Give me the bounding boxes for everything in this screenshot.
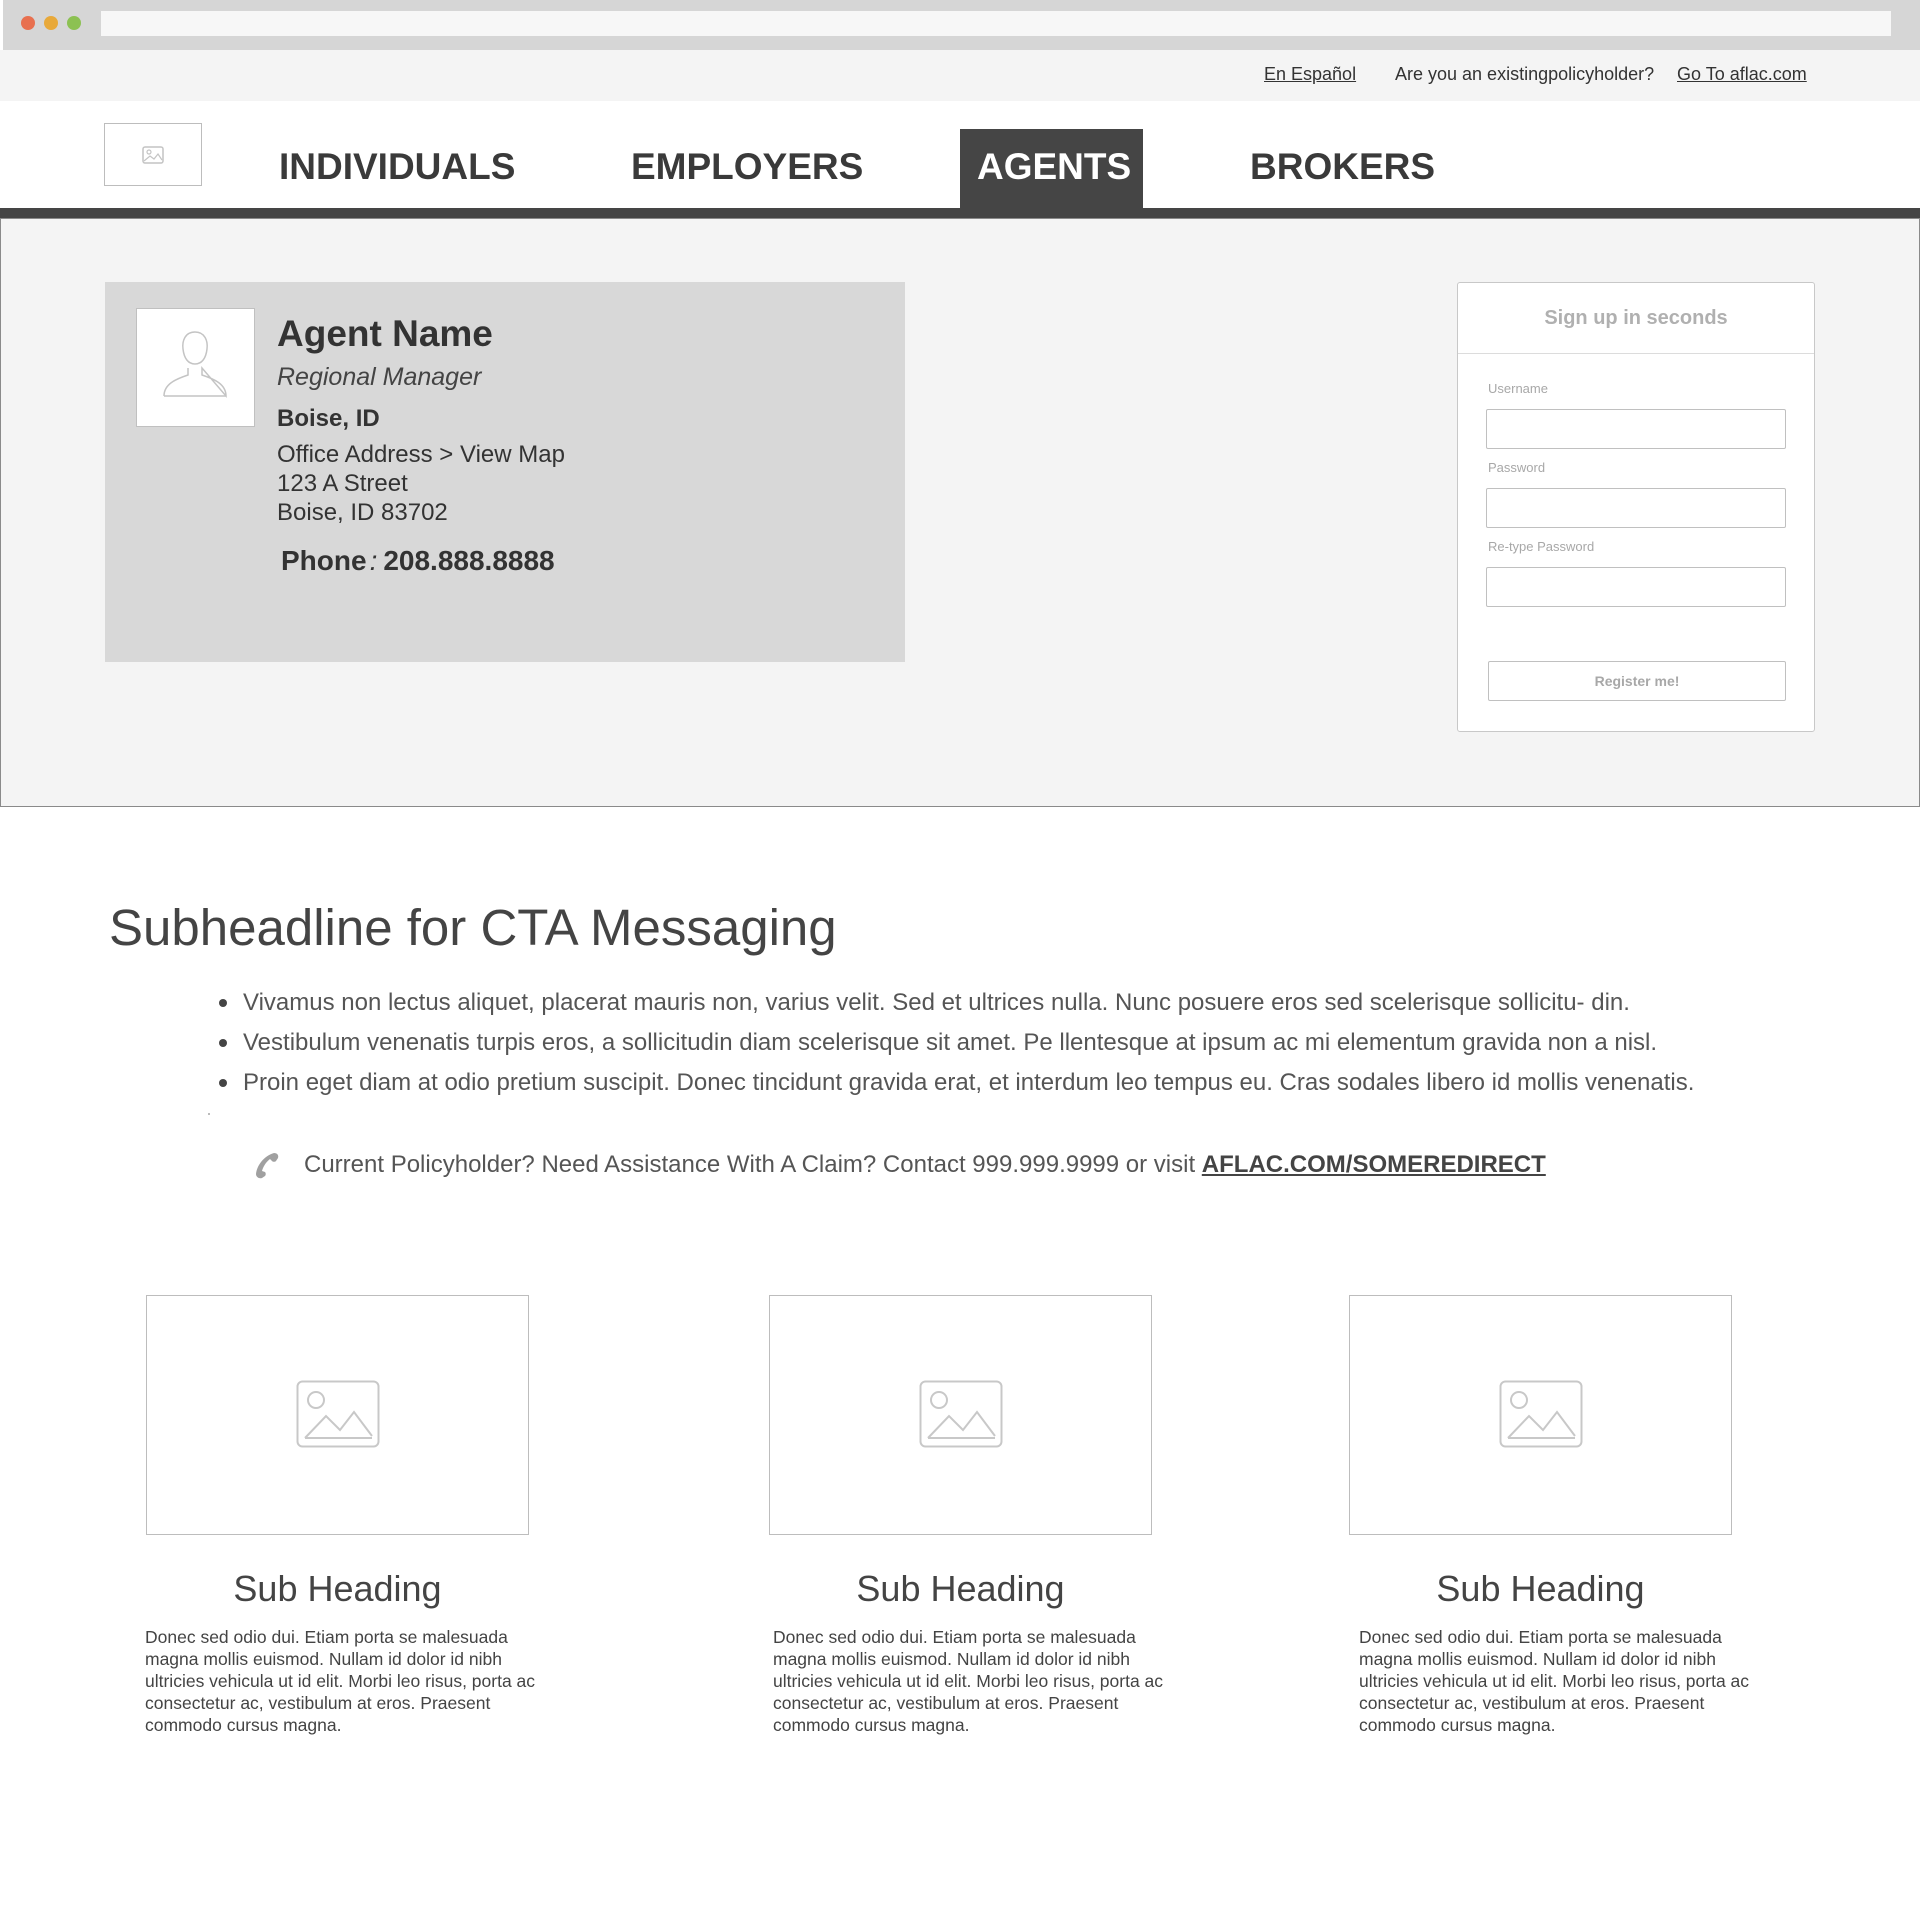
phone-label: Phone — [281, 545, 367, 576]
bullet-dot — [219, 999, 227, 1007]
spanish-link[interactable]: En Español — [1264, 64, 1356, 85]
bullet-dot — [219, 1039, 227, 1047]
image-placeholder-icon — [1499, 1380, 1583, 1448]
redirect-link[interactable]: AFLAC.COM/SOMEREDIRECT — [1202, 1151, 1546, 1178]
column-3-image — [1349, 1295, 1732, 1535]
user-silhouette-icon — [163, 331, 227, 399]
agent-city: Boise, ID 83702 — [277, 499, 448, 526]
contact-line: Current Policyholder? Need Assistance Wi… — [304, 1151, 1546, 1179]
policyholder-question: Are you an existingpolicyholder? — [1395, 64, 1655, 84]
address-bar[interactable] — [101, 11, 1891, 36]
password-input[interactable] — [1486, 488, 1786, 528]
aflac-site-link[interactable]: Go To aflac.com — [1677, 64, 1807, 85]
main-nav: INDIVIDUALS EMPLOYERS AGENTS BROKERS — [0, 101, 1920, 209]
phone-number: 208.888.8888 — [383, 545, 555, 576]
retype-password-label: Re-type Password — [1488, 539, 1595, 554]
phone-icon — [256, 1153, 279, 1179]
list-item: Vestibulum venenatis turpis eros, a soll… — [243, 1029, 1658, 1056]
tab-brokers[interactable]: BROKERS — [1250, 146, 1435, 188]
signup-panel: Sign up in seconds Username Password Re-… — [1457, 282, 1815, 732]
image-placeholder-icon — [919, 1380, 1003, 1448]
minimize-window-dot-icon[interactable] — [44, 16, 58, 30]
column-1-image — [146, 1295, 529, 1535]
image-placeholder-icon — [296, 1380, 380, 1448]
office-address-map-link[interactable]: Office Address > View Map — [277, 441, 565, 469]
browser-chrome — [3, 0, 1920, 50]
signup-title: Sign up in seconds — [1544, 307, 1728, 329]
column-2-image — [769, 1295, 1152, 1535]
bullet-dot — [219, 1079, 227, 1087]
nav-underline — [0, 208, 1920, 218]
username-label: Username — [1488, 381, 1548, 396]
column-1-body: Donec sed odio dui. Etiam porta se males… — [145, 1627, 536, 1735]
agent-street: 123 A Street — [277, 470, 408, 497]
list-item: Vivamus non lectus aliquet, placerat mau… — [243, 989, 1630, 1016]
close-window-dot-icon[interactable] — [21, 16, 35, 30]
stray-dot — [208, 1113, 210, 1115]
maximize-window-dot-icon[interactable] — [67, 16, 81, 30]
signup-divider — [1458, 353, 1814, 354]
agent-title: Regional Manager — [277, 363, 482, 391]
list-item: Proin eget diam at odio pretium suscipit… — [243, 1069, 1695, 1096]
agent-name: Agent Name — [277, 313, 493, 354]
tab-individuals[interactable]: INDIVIDUALS — [279, 146, 515, 188]
cta-subheadline: Subheadline for CTA Messaging — [109, 899, 837, 956]
agent-phone: Phone:208.888.8888 — [281, 545, 555, 577]
utility-bar: En Español Are you an existingpolicyhold… — [0, 50, 1920, 101]
contact-text: Current Policyholder? Need Assistance Wi… — [304, 1151, 1202, 1178]
phone-separator: : — [369, 545, 378, 576]
column-2-heading: Sub Heading — [856, 1568, 1065, 1609]
column-3-body: Donec sed odio dui. Etiam porta se males… — [1359, 1627, 1750, 1735]
tab-employers[interactable]: EMPLOYERS — [631, 146, 863, 188]
agent-location: Boise, ID — [277, 405, 380, 432]
image-icon — [142, 146, 164, 164]
logo[interactable] — [104, 123, 202, 186]
password-label: Password — [1488, 460, 1546, 475]
tab-agents[interactable]: AGENTS — [977, 146, 1131, 188]
column-3-heading: Sub Heading — [1436, 1568, 1645, 1609]
username-input[interactable] — [1486, 409, 1786, 449]
column-1-heading: Sub Heading — [233, 1568, 442, 1609]
retype-password-input[interactable] — [1486, 567, 1786, 607]
column-2-body: Donec sed odio dui. Etiam porta se males… — [773, 1627, 1164, 1735]
register-button[interactable]: Register me! — [1488, 661, 1786, 701]
agent-avatar — [136, 308, 255, 427]
